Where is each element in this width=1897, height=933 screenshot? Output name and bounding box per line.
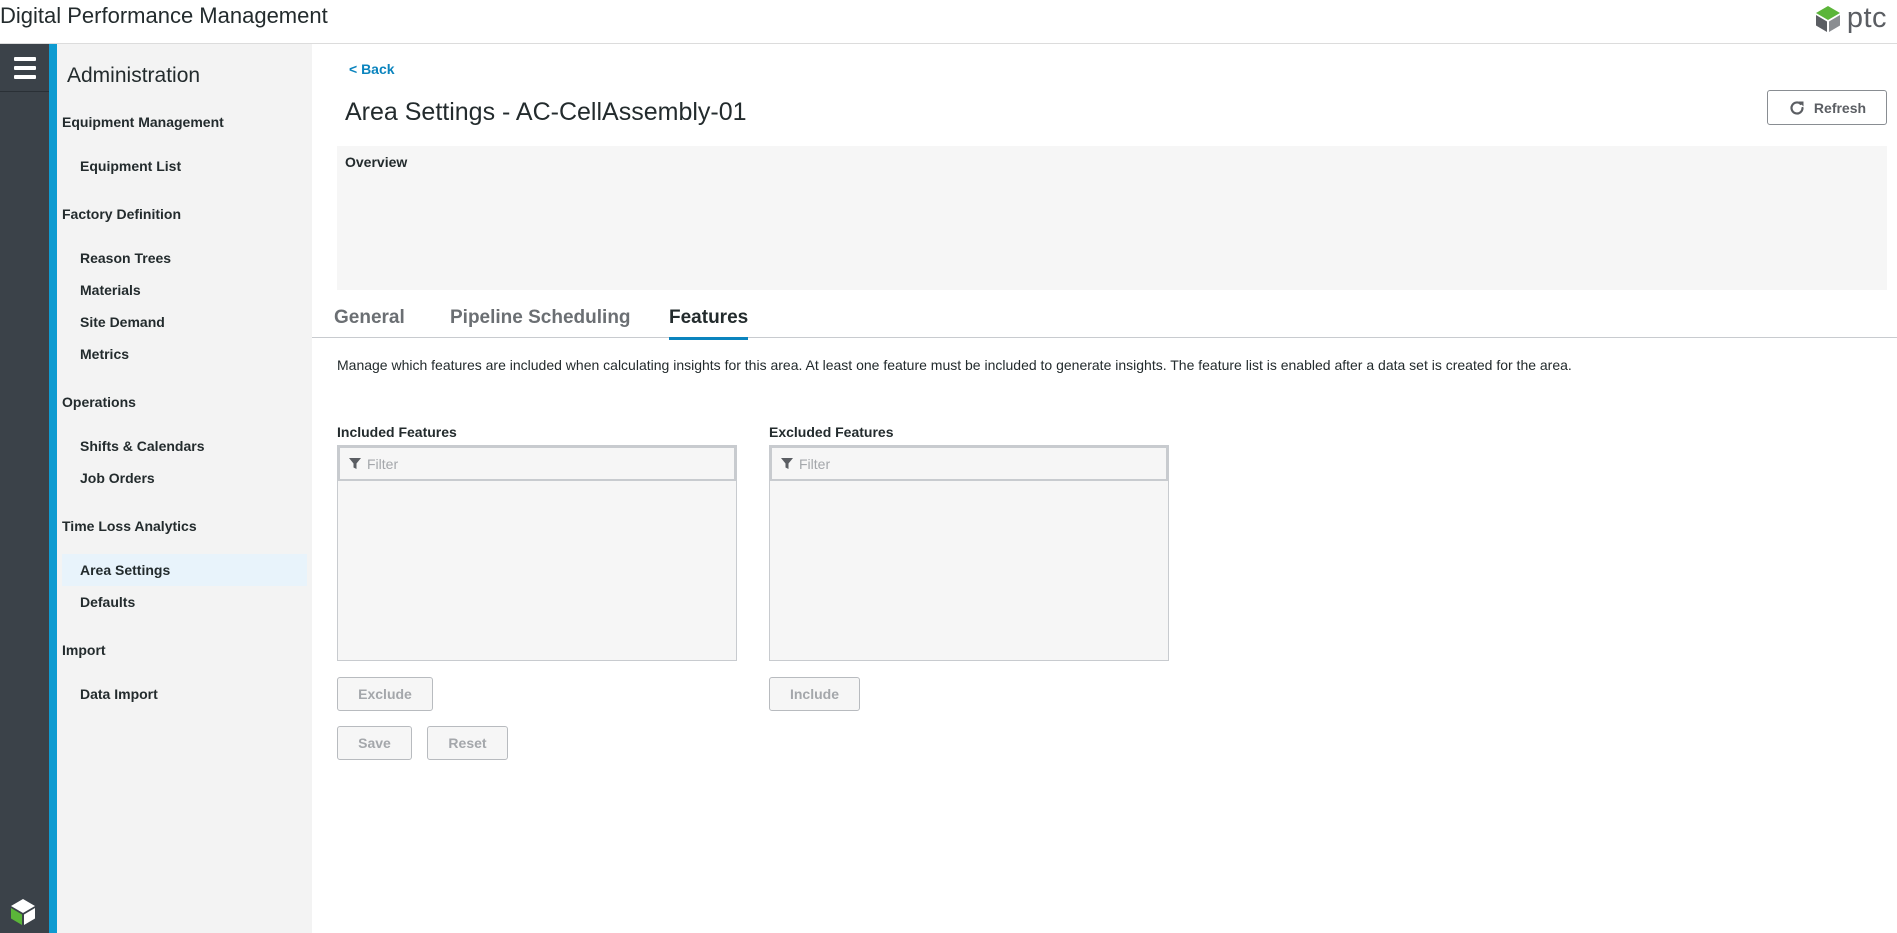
- features-description: Manage which features are included when …: [337, 357, 1572, 373]
- nav-section-import: Import: [62, 642, 106, 658]
- refresh-label: Refresh: [1813, 99, 1867, 116]
- sidebar-item-data-import[interactable]: Data Import: [62, 678, 307, 710]
- tab-features[interactable]: Features: [669, 307, 749, 340]
- sidebar-title: Administration: [67, 64, 201, 87]
- sidebar-item-area-settings[interactable]: Area Settings: [62, 554, 307, 586]
- sidebar-item-site-demand[interactable]: Site Demand: [62, 306, 307, 338]
- included-filter-input[interactable]: Filter: [338, 446, 736, 481]
- sidebar-item-defaults[interactable]: Defaults: [62, 586, 307, 618]
- sidebar-item-materials[interactable]: Materials: [62, 274, 307, 306]
- nav-section-time-loss-analytics: Time Loss Analytics: [62, 518, 197, 534]
- tab-pipeline-scheduling[interactable]: Pipeline Scheduling: [450, 307, 631, 337]
- brand-logo: ptc: [1815, 2, 1887, 35]
- reset-button[interactable]: Reset: [427, 726, 508, 760]
- excluded-filter-placeholder: Filter: [799, 455, 831, 472]
- overview-label: Overview: [345, 154, 408, 170]
- tab-bar: General Pipeline Scheduling Features: [312, 299, 1897, 340]
- brand-name: ptc: [1846, 2, 1887, 34]
- excluded-features-list[interactable]: Filter: [769, 445, 1169, 661]
- app-title: Digital Performance Management: [0, 3, 328, 28]
- sidebar-item-reason-trees[interactable]: Reason Trees: [62, 242, 307, 274]
- included-features-label: Included Features: [337, 424, 457, 440]
- nav-rail: [0, 44, 49, 933]
- ptc-logo-icon: [1815, 5, 1840, 32]
- excluded-features-label: Excluded Features: [769, 424, 894, 440]
- refresh-icon: [1790, 100, 1804, 115]
- include-button[interactable]: Include: [769, 677, 860, 711]
- save-button[interactable]: Save: [337, 726, 412, 760]
- excluded-filter-input[interactable]: Filter: [770, 446, 1168, 481]
- filter-icon: [349, 457, 361, 469]
- tab-general[interactable]: General: [334, 307, 405, 337]
- sidebar-item-metrics[interactable]: Metrics: [62, 338, 307, 370]
- app-header: Digital Performance Management ptc: [0, 0, 1897, 44]
- sidebar: Administration Equipment Management Equi…: [57, 44, 312, 933]
- page-title: Area Settings - AC-CellAssembly-01: [345, 98, 747, 126]
- filter-icon: [781, 457, 793, 469]
- sidebar-item-shifts-calendars[interactable]: Shifts & Calendars: [62, 430, 307, 462]
- exclude-button[interactable]: Exclude: [337, 677, 433, 711]
- nav-section-operations: Operations: [62, 394, 136, 410]
- refresh-button[interactable]: Refresh: [1767, 90, 1887, 125]
- main-content: < Back Area Settings - AC-CellAssembly-0…: [312, 44, 1897, 933]
- overview-panel: Overview: [337, 146, 1887, 290]
- included-filter-placeholder: Filter: [367, 455, 399, 472]
- sidebar-item-equipment-list[interactable]: Equipment List: [62, 150, 307, 182]
- sidebar-item-job-orders[interactable]: Job Orders: [62, 462, 307, 494]
- thingworx-logo-icon: [11, 899, 35, 925]
- back-link[interactable]: < Back: [349, 61, 395, 77]
- nav-section-factory-definition: Factory Definition: [62, 206, 182, 222]
- hamburger-menu-icon[interactable]: [0, 44, 49, 92]
- nav-section-equipment-management: Equipment Management: [62, 114, 224, 130]
- sidebar-accent-bar: [49, 44, 57, 933]
- included-features-list[interactable]: Filter: [337, 445, 737, 661]
